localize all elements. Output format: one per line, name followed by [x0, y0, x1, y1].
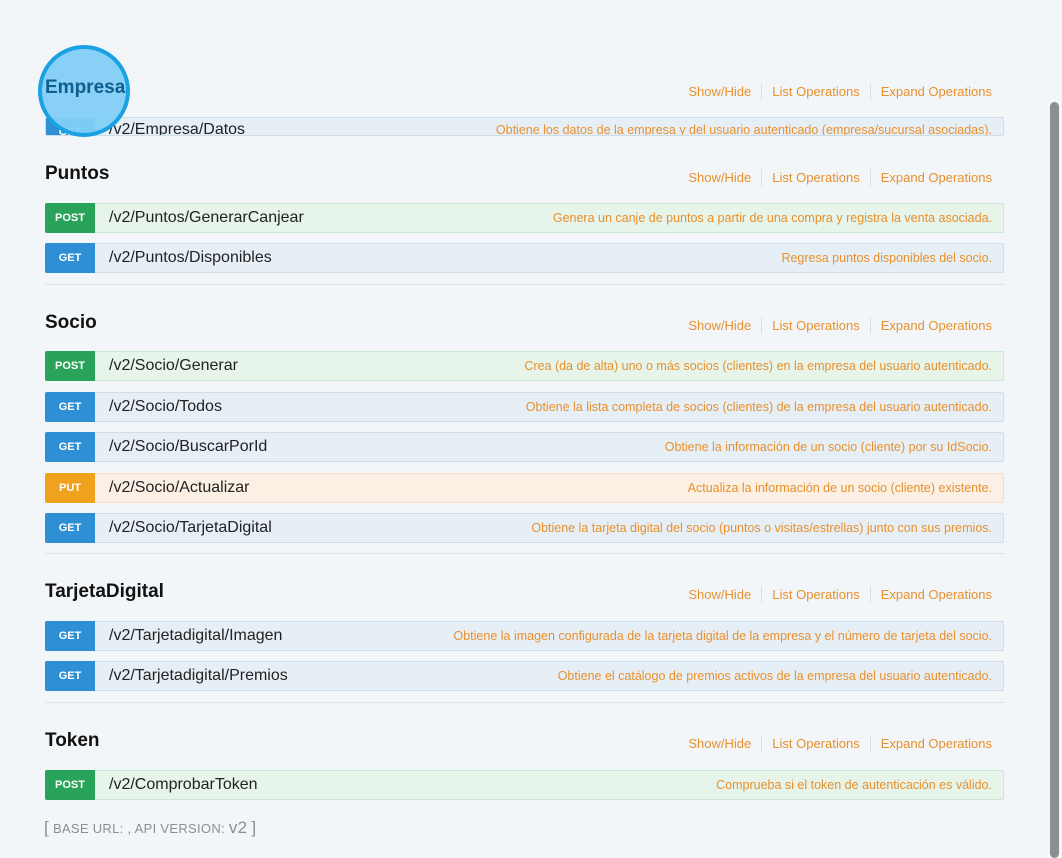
method-badge-post[interactable]: POST — [45, 203, 95, 233]
operation-description: Comprueba si el token de autenticación e… — [716, 778, 992, 792]
show-hide-link[interactable]: Show/Hide — [688, 84, 751, 99]
show-hide-link[interactable]: Show/Hide — [688, 170, 751, 185]
resource-title[interactable]: Puntos — [45, 163, 109, 185]
api-version-value: v2 — [228, 818, 248, 837]
operation-row[interactable]: POST /v2/Puntos/GenerarCanjear Genera un… — [45, 203, 1004, 233]
operation-row[interactable]: GET /v2/Socio/Todos Obtiene la lista com… — [45, 392, 1004, 422]
method-badge-post[interactable]: POST — [45, 770, 95, 800]
resource-title[interactable]: Token — [45, 730, 100, 752]
footer-separator: , — [127, 821, 132, 836]
resource-tarjetadigital: TarjetaDigital Show/Hide List Operations… — [45, 575, 1004, 695]
api-info-footer: [ BASE URL: , API VERSION: v2 ] — [44, 818, 256, 838]
link-separator — [761, 735, 763, 752]
list-operations-link[interactable]: List Operations — [772, 587, 859, 602]
expand-operations-link[interactable]: Expand Operations — [881, 587, 992, 602]
operation-row[interactable]: GET /v2/Puntos/Disponibles Regresa punto… — [45, 243, 1004, 273]
link-separator — [869, 586, 871, 603]
operation-row[interactable]: GET /v2/Socio/TarjetaDigital Obtiene la … — [45, 513, 1004, 543]
link-separator — [761, 586, 763, 603]
operation-path[interactable]: /v2/Socio/BuscarPorId — [109, 433, 267, 461]
operation-description: Obtiene la información de un socio (clie… — [664, 440, 992, 454]
resource-socio: Socio Show/Hide List Operations Expand O… — [45, 305, 1004, 545]
resource-title[interactable]: Empresa — [45, 77, 125, 99]
expand-operations-link[interactable]: Expand Operations — [881, 736, 992, 751]
resource-links: Show/Hide List Operations Expand Operati… — [688, 317, 992, 334]
vertical-scrollbar[interactable] — [1047, 0, 1062, 858]
operation-path[interactable]: /v2/Puntos/Disponibles — [109, 244, 272, 272]
operation-description: Obtiene el catálogo de premios activos d… — [557, 669, 992, 683]
link-separator — [761, 169, 763, 186]
close-bracket: ] — [251, 818, 257, 837]
method-badge-get[interactable]: GET — [45, 392, 95, 422]
api-version-label: API VERSION: — [134, 821, 225, 836]
list-operations-link[interactable]: List Operations — [772, 736, 859, 751]
operation-description: Regresa puntos disponibles del socio. — [781, 251, 992, 265]
operation-row[interactable]: GET /v2/Empresa/Datos Obtiene los datos … — [45, 117, 1004, 136]
list-operations-link[interactable]: List Operations — [772, 318, 859, 333]
resource-title[interactable]: TarjetaDigital — [45, 581, 164, 603]
section-divider — [45, 284, 1004, 285]
operation-description: Crea (da de alta) uno o más socios (clie… — [524, 359, 992, 373]
resource-puntos: Puntos Show/Hide List Operations Expand … — [45, 156, 1004, 276]
operation-path[interactable]: /v2/Tarjetadigital/Premios — [109, 662, 288, 690]
operation-row[interactable]: POST /v2/ComprobarToken Comprueba si el … — [45, 770, 1004, 800]
operation-row[interactable]: POST /v2/Socio/Generar Crea (da de alta)… — [45, 351, 1004, 381]
method-badge-put[interactable]: PUT — [45, 473, 95, 503]
operation-path[interactable]: /v2/Socio/Todos — [109, 393, 222, 421]
operation-path[interactable]: /v2/Socio/Actualizar — [109, 474, 250, 502]
open-bracket: [ — [44, 818, 50, 837]
expand-operations-link[interactable]: Expand Operations — [881, 84, 992, 99]
link-separator — [869, 317, 871, 334]
operation-row[interactable]: GET /v2/Socio/BuscarPorId Obtiene la inf… — [45, 432, 1004, 462]
operation-description: Obtiene la tarjeta digital del socio (pu… — [531, 521, 992, 535]
link-separator — [869, 83, 871, 100]
resource-title[interactable]: Socio — [45, 312, 97, 334]
operation-description: Obtiene los datos de la empresa y del us… — [495, 123, 992, 136]
show-hide-link[interactable]: Show/Hide — [688, 318, 751, 333]
show-hide-link[interactable]: Show/Hide — [688, 587, 751, 602]
base-url-label: BASE URL: — [52, 821, 124, 836]
resource-links: Show/Hide List Operations Expand Operati… — [688, 735, 992, 752]
link-separator — [869, 735, 871, 752]
section-divider — [45, 702, 1004, 703]
api-docs-page: Show/Hide List Operations Expand Operati… — [0, 0, 1047, 858]
link-separator — [761, 317, 763, 334]
resource-token: Token Show/Hide List Operations Expand O… — [45, 724, 1004, 804]
operation-description: Genera un canje de puntos a partir de un… — [552, 211, 992, 225]
method-badge-get[interactable]: GET — [45, 243, 95, 273]
operation-row[interactable]: GET /v2/Tarjetadigital/Premios Obtiene e… — [45, 661, 1004, 691]
method-badge-get[interactable]: GET — [45, 621, 95, 651]
operation-description: Obtiene la lista completa de socios (cli… — [525, 400, 992, 414]
resource-empresa: Show/Hide List Operations Expand Operati… — [45, 70, 1004, 136]
expand-operations-link[interactable]: Expand Operations — [881, 170, 992, 185]
operation-path[interactable]: /v2/Socio/Generar — [109, 352, 238, 380]
operation-path[interactable]: /v2/Socio/TarjetaDigital — [109, 514, 272, 542]
operation-description: Actualiza la información de un socio (cl… — [687, 481, 992, 495]
operation-row[interactable]: GET /v2/Tarjetadigital/Imagen Obtiene la… — [45, 621, 1004, 651]
operation-path[interactable]: /v2/ComprobarToken — [109, 771, 258, 799]
method-badge-get[interactable]: GET — [45, 432, 95, 462]
operation-description: Obtiene la imagen configurada de la tarj… — [453, 629, 992, 643]
operation-row[interactable]: PUT /v2/Socio/Actualizar Actualiza la in… — [45, 473, 1004, 503]
resource-links: Show/Hide List Operations Expand Operati… — [688, 586, 992, 603]
list-operations-link[interactable]: List Operations — [772, 170, 859, 185]
operation-path[interactable]: /v2/Empresa/Datos — [109, 118, 245, 135]
operation-path[interactable]: /v2/Puntos/GenerarCanjear — [109, 204, 304, 232]
resource-links: Show/Hide List Operations Expand Operati… — [688, 83, 992, 100]
method-badge-get[interactable]: GET — [45, 513, 95, 543]
section-divider — [45, 553, 1004, 554]
operation-path[interactable]: /v2/Tarjetadigital/Imagen — [109, 622, 282, 650]
show-hide-link[interactable]: Show/Hide — [688, 736, 751, 751]
expand-operations-link[interactable]: Expand Operations — [881, 318, 992, 333]
list-operations-link[interactable]: List Operations — [772, 84, 859, 99]
link-separator — [761, 83, 763, 100]
method-badge-post[interactable]: POST — [45, 351, 95, 381]
resource-links: Show/Hide List Operations Expand Operati… — [688, 169, 992, 186]
link-separator — [869, 169, 871, 186]
method-badge-get[interactable]: GET — [45, 661, 95, 691]
scrollbar-thumb[interactable] — [1050, 102, 1059, 858]
